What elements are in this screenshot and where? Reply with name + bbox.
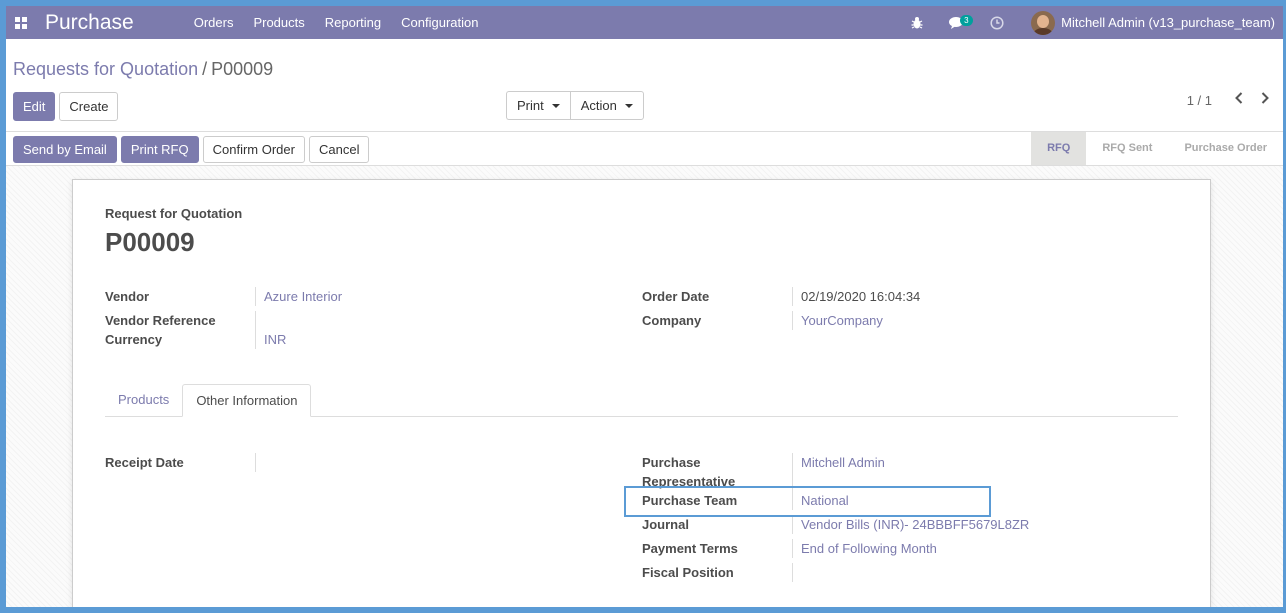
field-journal: Journal Vendor Bills (INR)- 24BBBFF5679L… <box>642 515 1029 534</box>
main-menu: Orders Products Reporting Configuration <box>184 15 489 30</box>
print-dropdown[interactable]: Print <box>506 91 570 120</box>
chat-icon[interactable]: 3 <box>937 14 977 30</box>
breadcrumb-parent[interactable]: Requests for Quotation <box>13 59 198 79</box>
caret-down-icon <box>624 103 633 108</box>
print-label: Print <box>517 98 544 113</box>
status-bar: Send by Email Print RFQ Confirm Order Ca… <box>6 132 1283 166</box>
top-navbar: Purchase Orders Products Reporting Confi… <box>6 6 1283 39</box>
stage-rfq: RFQ <box>1031 132 1087 165</box>
document-name: P00009 <box>105 227 195 257</box>
receipt-date-value <box>255 453 264 472</box>
order-date-value: 02/19/2020 16:04:34 <box>792 287 920 306</box>
field-label: Vendor <box>105 289 150 304</box>
breadcrumb-current: P00009 <box>211 59 274 79</box>
action-label: Action <box>580 98 617 113</box>
user-menu[interactable]: Mitchell Admin (v13_purchase_team) <box>1017 10 1283 35</box>
fiscal-position-value <box>792 563 801 582</box>
confirm-order-button[interactable]: Confirm Order <box>202 136 305 163</box>
stage-purchase-order: Purchase Order <box>1184 142 1267 154</box>
field-label: Fiscal Position <box>642 565 734 580</box>
create-button[interactable]: Create <box>59 92 119 121</box>
pager-previous-icon[interactable] <box>1226 91 1252 109</box>
field-label: Order Date <box>642 289 710 304</box>
field-label: Journal <box>642 517 689 532</box>
send-by-email-button[interactable]: Send by Email <box>13 136 117 163</box>
form-sheet: Request for Quotation P00009 Vendor Azur… <box>72 179 1211 613</box>
menu-item-products[interactable]: Products <box>243 15 314 30</box>
journal-value[interactable]: Vendor Bills (INR)- 24BBBFF5679L8ZR <box>792 515 1029 534</box>
menu-item-configuration[interactable]: Configuration <box>391 15 488 30</box>
caret-down-icon <box>551 103 560 108</box>
document-type: Request for Quotation <box>105 206 243 221</box>
cancel-button[interactable]: Cancel <box>308 136 370 163</box>
clock-icon[interactable] <box>977 15 1017 30</box>
field-vendor: Vendor Azure Interior <box>105 287 342 306</box>
user-name: Mitchell Admin (v13_purchase_team) <box>1061 15 1275 30</box>
app-title[interactable]: Purchase <box>45 11 134 35</box>
field-label: Company <box>642 313 702 328</box>
pager-next-icon[interactable] <box>1252 91 1278 109</box>
vendor-value[interactable]: Azure Interior <box>255 287 342 306</box>
action-dropdown[interactable]: Action <box>569 91 644 120</box>
pager-value[interactable]: 1 / 1 <box>1187 93 1212 108</box>
field-payment-terms: Payment Terms End of Following Month <box>642 539 937 558</box>
field-fiscal-position: Fiscal Position <box>642 563 801 582</box>
tab-products[interactable]: Products <box>105 384 182 416</box>
field-receipt-date: Receipt Date <box>105 453 264 472</box>
breadcrumb: Requests for Quotation / P00009 <box>13 59 273 80</box>
field-order-date: Order Date 02/19/2020 16:04:34 <box>642 287 920 306</box>
status-stages: RFQ RFQ Sent Purchase Order <box>1031 132 1283 165</box>
apps-menu-icon[interactable] <box>6 6 36 39</box>
field-vendor-reference: Vendor Reference <box>105 311 264 330</box>
form-tabs: Products Other Information <box>105 384 1178 417</box>
payment-terms-value[interactable]: End of Following Month <box>792 539 937 558</box>
edit-button[interactable]: Edit <box>13 92 56 121</box>
chat-badge: 3 <box>960 14 973 26</box>
stage-rfq-sent: RFQ Sent <box>1102 142 1153 154</box>
menu-item-orders[interactable]: Orders <box>184 15 244 30</box>
field-label: Currency <box>105 332 163 347</box>
purchase-team-highlight <box>624 486 991 517</box>
currency-value[interactable]: INR <box>255 330 286 349</box>
print-rfq-button[interactable]: Print RFQ <box>120 136 199 163</box>
field-company: Company YourCompany <box>642 311 883 330</box>
pager: 1 / 1 <box>1187 91 1278 109</box>
field-label: Vendor Reference <box>105 313 216 328</box>
vendor-reference-value <box>255 311 264 330</box>
field-currency: Currency INR <box>105 330 286 349</box>
menu-item-reporting[interactable]: Reporting <box>315 15 391 30</box>
tab-other-information[interactable]: Other Information <box>182 384 312 417</box>
breadcrumb-separator: / <box>202 59 208 79</box>
bug-icon[interactable] <box>897 16 937 29</box>
field-label: Receipt Date <box>105 455 184 470</box>
control-panel: Requests for Quotation / P00009 Edit Creat… <box>6 39 1283 132</box>
avatar <box>1031 10 1056 35</box>
field-label: Payment Terms <box>642 541 738 556</box>
company-value[interactable]: YourCompany <box>792 311 883 330</box>
